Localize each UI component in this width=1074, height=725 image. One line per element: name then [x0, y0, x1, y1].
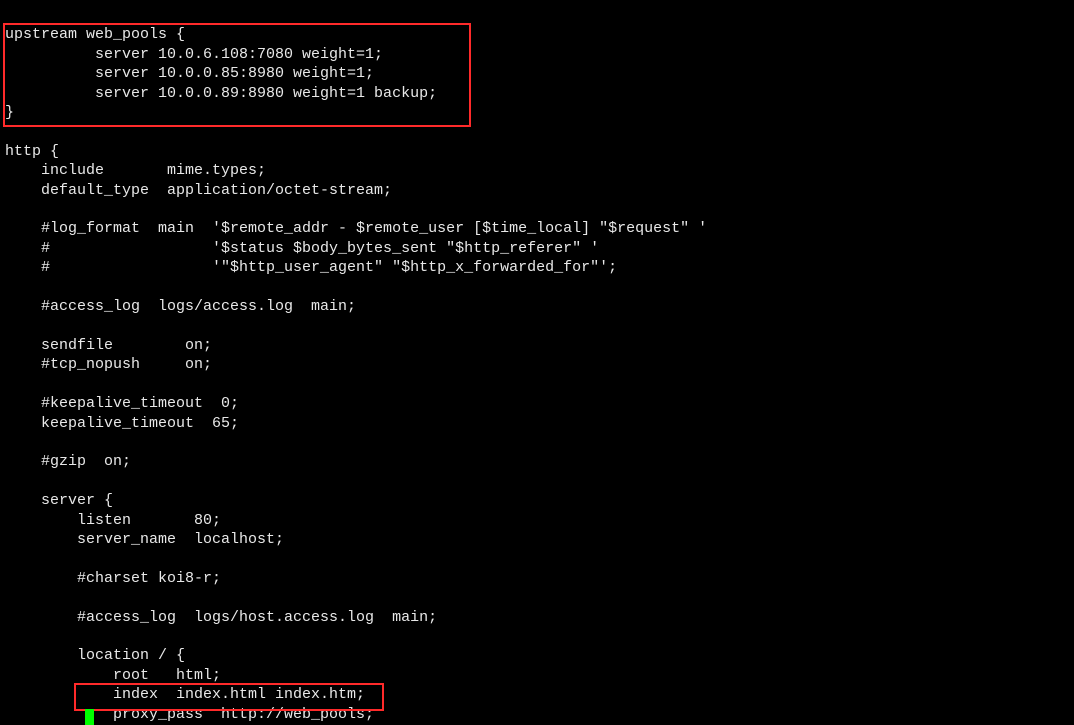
- config-line: # '$status $body_bytes_sent "$http_refer…: [5, 240, 599, 257]
- cursor: [85, 709, 94, 725]
- config-line: include mime.types;: [5, 162, 266, 179]
- config-line: keepalive_timeout 65;: [5, 415, 239, 432]
- config-line: #access_log logs/host.access.log main;: [5, 609, 437, 626]
- config-line: sendfile on;: [5, 337, 212, 354]
- config-line: #access_log logs/access.log main;: [5, 298, 356, 315]
- config-line: #log_format main '$remote_addr - $remote…: [5, 220, 707, 237]
- config-line: location / {: [5, 647, 185, 664]
- config-line: proxy_pass http://web_pools;: [5, 706, 374, 723]
- config-line: server_name localhost;: [5, 531, 284, 548]
- config-line: listen 80;: [5, 512, 221, 529]
- config-line: root html;: [5, 667, 221, 684]
- config-line: upstream web_pools {: [5, 26, 185, 43]
- terminal-editor[interactable]: upstream web_pools { server 10.0.6.108:7…: [0, 0, 1074, 725]
- config-line: default_type application/octet-stream;: [5, 182, 392, 199]
- config-line: server 10.0.6.108:7080 weight=1;: [5, 46, 383, 63]
- config-line: server 10.0.0.85:8980 weight=1;: [5, 65, 374, 82]
- config-line: #charset koi8-r;: [5, 570, 221, 587]
- config-line: }: [5, 104, 14, 121]
- config-line: #tcp_nopush on;: [5, 356, 212, 373]
- config-line: http {: [5, 143, 59, 160]
- config-line: #keepalive_timeout 0;: [5, 395, 239, 412]
- config-line: server {: [5, 492, 113, 509]
- config-line: index index.html index.htm;: [5, 686, 365, 703]
- config-line: #gzip on;: [5, 453, 131, 470]
- config-line: # '"$http_user_agent" "$http_x_forwarded…: [5, 259, 617, 276]
- config-line: server 10.0.0.89:8980 weight=1 backup;: [5, 85, 437, 102]
